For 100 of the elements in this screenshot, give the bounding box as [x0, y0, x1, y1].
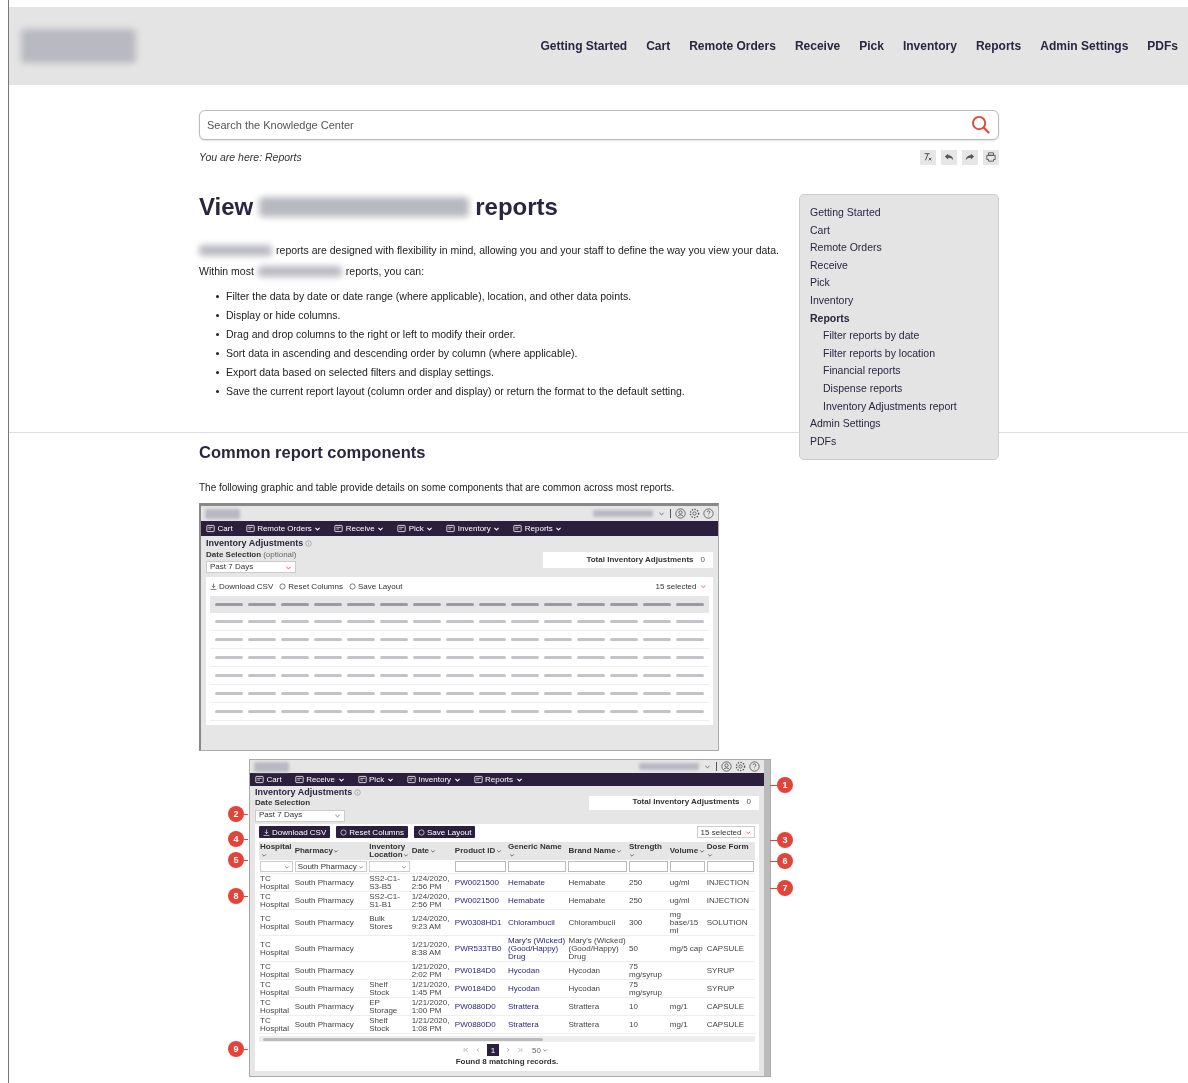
field-label: Date Selection	[255, 799, 311, 809]
date-dropdown[interactable]: Past 7 Days	[255, 809, 345, 822]
table-cell: 50	[628, 943, 638, 953]
column-header[interactable]: Strength	[627, 841, 669, 861]
filter-field[interactable]	[568, 861, 627, 873]
table-cell: South Pharmacy	[294, 877, 354, 887]
sidebar-subitem[interactable]: Financial reports	[810, 362, 988, 380]
nav-menu-item[interactable]: Cart	[255, 775, 282, 784]
clear-format-icon[interactable]	[920, 149, 936, 165]
record-count: Found 8 matching records.	[454, 1058, 560, 1068]
filter-dropdown[interactable]	[260, 861, 293, 873]
field-hint: (optional)	[263, 550, 297, 560]
sidebar-item[interactable]: Reports	[810, 309, 988, 328]
settings-icon[interactable]	[735, 761, 746, 772]
column-header[interactable]: Date	[410, 841, 454, 861]
toolbar-button[interactable]: Download CSV	[210, 582, 274, 592]
per-page-dropdown[interactable]: 50	[529, 1045, 551, 1056]
filter-dropdown[interactable]: South Pharmacy	[294, 861, 368, 873]
nav-menu-item[interactable]: Inventory	[446, 524, 501, 533]
column-header[interactable]: Inventory Location	[368, 841, 411, 861]
nav-link[interactable]: Getting Started	[540, 39, 628, 53]
total-card[interactable]: Total Inventory Adjustments 0	[543, 552, 713, 568]
column-header[interactable]: Pharmacy	[293, 841, 369, 861]
nav-link[interactable]: Receive	[794, 39, 841, 53]
nav-menu-item[interactable]: Receive	[334, 524, 385, 533]
column-header[interactable]: Hospital	[259, 841, 294, 861]
column-selector[interactable]: 15 selected	[696, 826, 755, 839]
nav-menu-item[interactable]: Reports	[473, 775, 523, 784]
sidebar-subitem[interactable]: Filter reports by date	[810, 327, 988, 345]
sidebar-item[interactable]: Cart	[810, 221, 988, 240]
table-cell: SS2-C1-S1-B1	[369, 891, 400, 909]
nav-menu-item[interactable]: Pick	[357, 775, 394, 784]
page-button[interactable]: 1	[487, 1044, 500, 1057]
list-item: Drag and drop columns to the right or left to modify their order.	[226, 327, 516, 342]
table-cell: South Pharmacy	[294, 917, 354, 927]
toolbar-button[interactable]: Reset Columns	[336, 826, 408, 839]
nav-menu-item[interactable]: Receive	[294, 775, 345, 784]
toolbar-button[interactable]: Download CSV	[259, 826, 331, 839]
filter-field[interactable]	[706, 861, 754, 873]
table-cell: Mary's (Wicked) (Good/Happy) Drug	[508, 935, 566, 961]
sidebar-item[interactable]: Remote Orders	[810, 239, 988, 257]
nav-link[interactable]: Remote Orders	[689, 39, 776, 53]
total-label: Total Inventory Adjustments	[586, 555, 694, 565]
nav-link[interactable]: Pick	[859, 39, 884, 53]
column-header[interactable]: Product ID	[453, 841, 507, 861]
date-dropdown[interactable]: Past 7 Days	[206, 561, 296, 574]
toolbar-button[interactable]: Save Layout	[413, 826, 476, 839]
callout-marker: 2	[228, 806, 244, 822]
sidebar-subitem[interactable]: Inventory Adjustments report	[810, 397, 988, 416]
table-cell: CAPSULE	[706, 1001, 745, 1011]
nav-link[interactable]: PDFs	[1147, 39, 1178, 53]
table-cell: Hycodan	[508, 983, 540, 993]
filter-field[interactable]	[508, 861, 567, 873]
print-icon[interactable]	[983, 149, 999, 165]
column-header[interactable]: Dose Form	[705, 841, 755, 861]
blurred-account-name	[638, 763, 699, 770]
nav-menu-item[interactable]: Cart	[206, 524, 233, 533]
table-cell: 1/24/2020, 2:56 PM	[411, 873, 450, 891]
table-cell: Bulk Stores	[369, 913, 393, 931]
table-cell: Strattera	[568, 1019, 600, 1029]
sidebar-subitem[interactable]: Filter reports by location	[810, 344, 988, 363]
filter-field[interactable]	[628, 861, 668, 873]
column-header[interactable]: Generic Name	[507, 841, 568, 861]
callout-marker: 1	[777, 777, 793, 793]
search-field[interactable]: Search the Knowledge Center	[199, 110, 999, 140]
filter-field[interactable]	[669, 861, 705, 873]
sidebar-item[interactable]: Receive	[810, 256, 988, 275]
table-cell: 1/21/2020, 1:08 PM	[411, 1015, 450, 1033]
sidebar-subitem[interactable]: Dispense reports	[810, 379, 988, 398]
nav-link[interactable]: Admin Settings	[1040, 39, 1129, 53]
callout-marker: 3	[777, 832, 793, 848]
horizontal-scrollbar[interactable]	[259, 1036, 755, 1043]
filter-dropdown[interactable]	[369, 861, 410, 873]
table-cell: South Pharmacy	[294, 895, 354, 905]
total-card[interactable]: Total Inventory Adjustments 0	[589, 795, 759, 810]
nav-menu-item[interactable]: Remote Orders	[245, 524, 322, 533]
sidebar-item[interactable]: Admin Settings	[810, 415, 988, 433]
table-cell: Chlorambucil	[568, 917, 616, 927]
toolbar-button[interactable]: Reset Columns	[279, 582, 343, 592]
settings-icon[interactable]	[689, 508, 700, 519]
sidebar-item[interactable]: Getting Started	[810, 204, 988, 222]
nav-menu-item[interactable]: Inventory	[406, 775, 461, 784]
paragraph: reports, you can:	[345, 265, 425, 277]
sidebar-item[interactable]: PDFs	[810, 432, 988, 451]
nav-menu-item[interactable]: Reports	[513, 524, 563, 533]
column-header[interactable]: Brand Name	[567, 841, 628, 861]
column-header[interactable]: Volume	[668, 841, 706, 861]
filter-field[interactable]	[454, 861, 506, 873]
nav-link[interactable]: Reports	[975, 39, 1022, 53]
search-icon[interactable]	[971, 115, 990, 134]
nav-link[interactable]: Cart	[646, 39, 671, 53]
nav-menu-item[interactable]: Pick	[397, 524, 434, 533]
list-item: Display or hide columns.	[226, 308, 341, 323]
table-cell: Strattera	[508, 1001, 539, 1011]
table-cell: mg base/15 ml	[669, 909, 699, 935]
nav-link[interactable]: Inventory	[902, 39, 957, 53]
sidebar-item[interactable]: Pick	[810, 274, 988, 292]
toolbar-button[interactable]: Save Layout	[348, 582, 403, 592]
vertical-scrollbar[interactable]	[764, 760, 770, 1076]
sidebar-item[interactable]: Inventory	[810, 291, 988, 310]
